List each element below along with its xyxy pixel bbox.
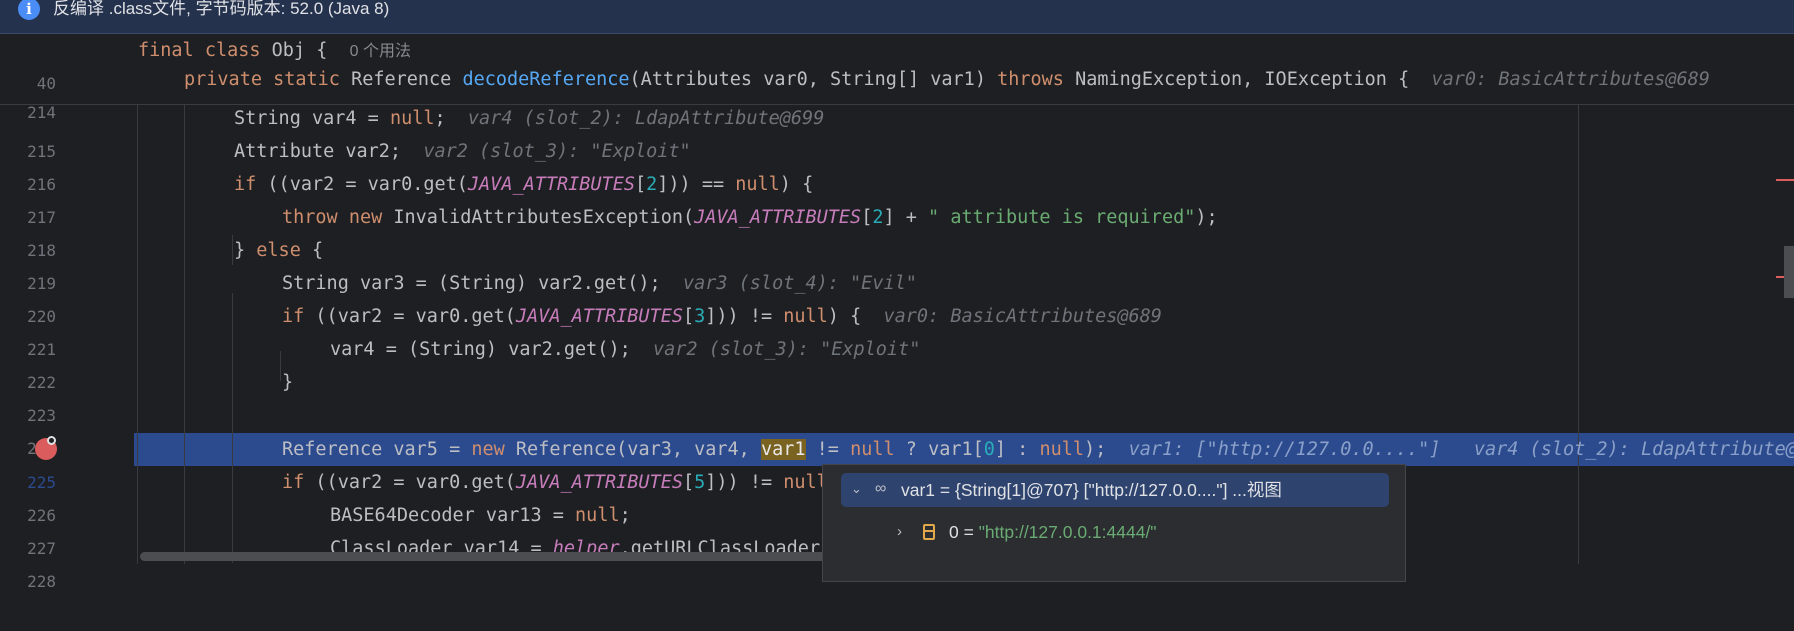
code-text: private static Reference decodeReference… — [184, 69, 1710, 90]
code-line-215[interactable]: 215 String var4 = null; var4 (slot_2): L… — [0, 102, 1794, 161]
code-text: } else { — [234, 240, 324, 261]
code-text: if ((var2 = var0.get(JAVA_ATTRIBUTES[2])… — [234, 174, 814, 195]
horizontal-scrollbar[interactable] — [140, 552, 830, 561]
chevron-right-icon[interactable]: › — [897, 515, 902, 549]
code-text: throw new InvalidAttributesException(JAV… — [282, 207, 1218, 228]
array-element-icon — [923, 524, 935, 540]
element-value: "http://127.0.0.1:4444/" — [978, 522, 1157, 542]
element-value-text: 0 = "http://127.0.0.1:4444/" — [949, 515, 1157, 549]
code-line-219[interactable]: 219 } else { — [0, 234, 1794, 293]
code-text: String var3 = (String) var2.get(); var3 … — [282, 273, 917, 294]
code-line-222[interactable]: 222 var4 = (String) var2.get(); var2 (sl… — [0, 333, 1794, 392]
code-line-216[interactable]: 216 Attribute var2; var2 (slot_3): "Expl… — [0, 135, 1794, 194]
code-line-224[interactable]: 224 — [0, 399, 1794, 458]
code-line-218[interactable]: 218 throw new InvalidAttributesException… — [0, 201, 1794, 260]
code-line-225-current[interactable]: 225 Reference var5 = new Reference(var3,… — [0, 433, 1794, 492]
vertical-scrollbar[interactable] — [1784, 246, 1794, 298]
info-icon: i — [18, 0, 40, 20]
banner-message: 反编译 .class文件, 字节码版本: 52.0 (Java 8) — [53, 0, 390, 18]
code-text: if ((var2 = var0.get(JAVA_ATTRIBUTES[5])… — [282, 472, 861, 493]
debug-value-popup[interactable]: ⌄ ∞ var1 = {String[1]@707} ["http://127.… — [822, 464, 1406, 582]
code-line-223[interactable]: 223 } — [0, 366, 1794, 425]
decompile-info-banner: i 反编译 .class文件, 字节码版本: 52.0 (Java 8) — [0, 0, 1794, 34]
code-text: var4 = (String) var2.get(); var2 (slot_3… — [330, 339, 921, 360]
code-text: Reference var5 = new Reference(var3, var… — [282, 439, 1794, 460]
code-text: } — [282, 372, 294, 393]
code-line-220[interactable]: 220 String var3 = (String) var2.get(); v… — [0, 267, 1794, 326]
chevron-down-icon[interactable]: ⌄ — [851, 479, 867, 499]
popup-row-element-0[interactable]: › 0 = "http://127.0.0.1:4444/" — [841, 515, 1389, 549]
usages-hint[interactable]: 0 个用法 — [350, 43, 411, 60]
error-stripe-mark[interactable] — [1776, 179, 1794, 181]
code-text: Attribute var2; var2 (slot_3): "Exploit" — [234, 141, 691, 162]
code-line-221[interactable]: 221 if ((var2 = var0.get(JAVA_ATTRIBUTES… — [0, 300, 1794, 359]
watch-glasses-icon: ∞ — [875, 480, 887, 497]
code-text: if ((var2 = var0.get(JAVA_ATTRIBUTES[3])… — [282, 306, 1162, 327]
var1-value-text: var1 = {String[1]@707} ["http://127.0.0.… — [901, 480, 1282, 500]
sticky-line-214[interactable]: 214 private static Reference decodeRefer… — [0, 63, 1794, 122]
breakpoint-icon[interactable] — [35, 436, 57, 460]
code-line-217[interactable]: 217 if ((var2 = var0.get(JAVA_ATTRIBUTES… — [0, 168, 1794, 227]
code-text: BASE64Decoder var13 = null; — [330, 505, 631, 526]
element-key: 0 = — [949, 522, 979, 542]
code-text: String var4 = null; var4 (slot_2): LdapA… — [234, 108, 825, 129]
sticky-scroll-header[interactable]: 40 final class Obj { 0 个用法 214 private s… — [0, 38, 1794, 122]
popup-row-var1[interactable]: ⌄ ∞ var1 = {String[1]@707} ["http://127.… — [841, 473, 1389, 507]
